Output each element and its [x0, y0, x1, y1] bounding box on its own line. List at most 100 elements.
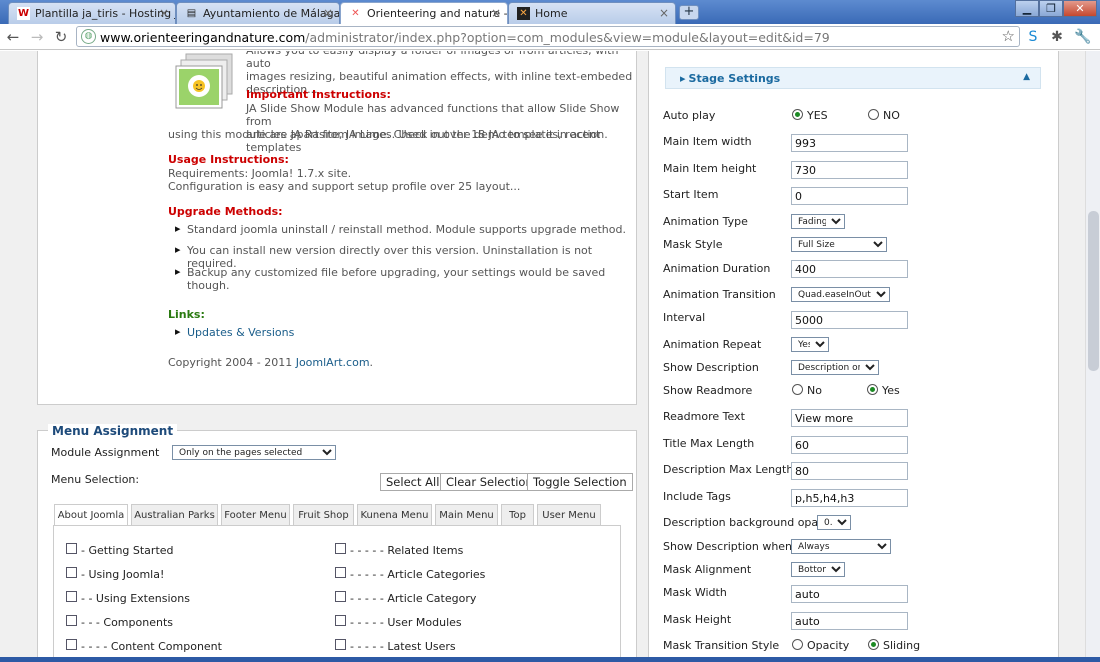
tab-kunena-menu[interactable]: Kunena Menu	[357, 504, 432, 526]
mask-alignment-select[interactable]: Bottom	[791, 562, 845, 577]
auto-play-no-radio[interactable]	[868, 109, 879, 120]
show-readmore-yes-label: Yes	[882, 384, 900, 397]
puzzle-extension-icon[interactable]: ✱	[1048, 28, 1066, 46]
animation-transition-label: Animation Transition	[663, 288, 776, 301]
tab-australian-parks[interactable]: Australian Parks	[131, 504, 218, 526]
menu-item-checkbox[interactable]	[66, 615, 77, 626]
show-readmore-no-radio[interactable]	[792, 384, 803, 395]
select-all-button[interactable]: Select All	[380, 473, 446, 491]
tab-user-menu[interactable]: User Menu	[537, 504, 601, 526]
module-assignment-select[interactable]: Only on the pages selected	[172, 445, 336, 460]
menu-item-checkbox[interactable]	[66, 543, 77, 554]
mask-width-input[interactable]	[791, 585, 908, 603]
back-arrow-icon[interactable]: ←	[4, 28, 22, 46]
wrench-menu-icon[interactable]: 🔧	[1074, 28, 1092, 46]
interval-label: Interval	[663, 311, 706, 324]
menu-item-checkbox[interactable]	[335, 615, 346, 626]
main-item-height-input[interactable]	[791, 161, 908, 179]
main-item-width-input[interactable]	[791, 134, 908, 152]
tab-fruit-shop[interactable]: Fruit Shop	[293, 504, 354, 526]
main-item-height-label: Main Item height	[663, 162, 757, 175]
mask-style-select[interactable]: Full Size	[791, 237, 887, 252]
collapse-caret-icon[interactable]: ▲	[1023, 72, 1030, 82]
menu-item-checkbox[interactable]	[66, 567, 77, 578]
menu-item-label: - - - - - Article Category	[350, 592, 477, 605]
close-tab-icon[interactable]: ×	[323, 6, 333, 20]
interval-input[interactable]	[791, 311, 908, 329]
browser-tab-4[interactable]: ✕ Home ×	[508, 2, 676, 24]
show-readmore-yes-radio[interactable]	[867, 384, 878, 395]
scrollbar-thumb[interactable]	[1088, 211, 1099, 371]
copyright-text: Copyright 2004 - 2011 JoomlArt.com.	[168, 356, 374, 369]
tab-main-menu[interactable]: Main Menu	[435, 504, 498, 526]
restore-window-icon[interactable]: ❐	[1039, 0, 1063, 17]
menu-item-label: - - - - - Latest Users	[350, 640, 456, 653]
reload-icon[interactable]: ↻	[52, 28, 70, 46]
taskbar-edge	[0, 657, 1100, 662]
animation-repeat-label: Animation Repeat	[663, 338, 762, 351]
minimize-window-icon[interactable]: ▁	[1015, 0, 1039, 17]
tab-title: Plantilla ja_tiris - Hosting Jooml	[35, 7, 175, 20]
address-bar[interactable]: ◍ www.orienteeringandnature.com/administ…	[76, 26, 1020, 47]
forward-arrow-icon[interactable]: →	[28, 28, 46, 46]
mask-height-input[interactable]	[791, 612, 908, 630]
show-description-select[interactable]: Description only	[791, 360, 879, 375]
menu-selection-label: Menu Selection:	[51, 473, 140, 486]
joomlart-link[interactable]: JoomlArt.com	[296, 356, 370, 369]
menu-item-checkbox[interactable]	[66, 639, 77, 650]
description-max-length-input[interactable]	[791, 462, 908, 480]
tab-strip: W Plantilla ja_tiris - Hosting Jooml × ▤…	[0, 0, 1100, 24]
mask-transition-sliding-radio[interactable]	[868, 639, 879, 650]
readmore-text-input[interactable]	[791, 409, 908, 427]
menu-assignment-legend: Menu Assignment	[48, 424, 178, 438]
bookmark-star-icon[interactable]: ☆	[1002, 27, 1015, 45]
module-description-panel: Allows you to easily display a folder of…	[37, 51, 637, 405]
title-max-length-label: Title Max Length	[663, 437, 755, 450]
browser-toolbar: ← → ↻ ◍ www.orienteeringandnature.com/ad…	[0, 24, 1100, 50]
skype-extension-icon[interactable]: S	[1024, 28, 1042, 46]
upgrade-methods-heading: Upgrade Methods:	[168, 205, 283, 218]
menu-item-checkbox[interactable]	[335, 591, 346, 602]
close-window-icon[interactable]: ✕	[1063, 0, 1097, 17]
upgrade-method-item: Standard joomla uninstall / reinstall me…	[175, 222, 626, 236]
updates-versions-link[interactable]: Updates & Versions	[175, 325, 294, 339]
close-tab-icon[interactable]: ×	[659, 6, 669, 20]
start-item-label: Start Item	[663, 188, 719, 201]
new-tab-button[interactable]: +	[679, 5, 699, 20]
title-max-length-input[interactable]	[791, 436, 908, 454]
auto-play-yes-radio[interactable]	[792, 109, 803, 120]
tab-footer-menu[interactable]: Footer Menu	[221, 504, 290, 526]
mask-transition-opacity-radio[interactable]	[792, 639, 803, 650]
slideshow-photos-icon	[175, 53, 233, 109]
start-item-input[interactable]	[791, 187, 908, 205]
menu-item-checkbox[interactable]	[66, 591, 77, 602]
animation-type-label: Animation Type	[663, 215, 748, 228]
menu-item-checkbox[interactable]	[335, 543, 346, 554]
main-item-width-label: Main Item width	[663, 135, 752, 148]
close-tab-icon[interactable]: ×	[491, 6, 501, 20]
browser-tab-3-active[interactable]: ✕ Orienteering and nature - Adm ×	[340, 2, 508, 24]
tab-about-joomla[interactable]: About Joomla	[54, 504, 128, 527]
show-description-when-select[interactable]: Always	[791, 539, 891, 554]
tab-top[interactable]: Top	[501, 504, 534, 526]
animation-repeat-select[interactable]: Yes	[791, 337, 829, 352]
page-viewport: Allows you to easily display a folder of…	[0, 51, 1085, 662]
browser-tab-1[interactable]: W Plantilla ja_tiris - Hosting Jooml ×	[8, 2, 176, 24]
animation-transition-select[interactable]: Quad.easeInOut	[791, 287, 890, 302]
mask-height-label: Mask Height	[663, 613, 732, 626]
tab-title: Ayuntamiento de Málaga	[203, 7, 340, 20]
toggle-selection-button[interactable]: Toggle Selection	[527, 473, 633, 491]
animation-duration-input[interactable]	[791, 260, 908, 278]
mask-transition-sliding-label: Sliding	[883, 639, 921, 652]
menu-item-checkbox[interactable]	[335, 639, 346, 650]
menu-item-checkbox[interactable]	[335, 567, 346, 578]
joomla-favicon-icon: ✕	[351, 8, 360, 19]
browser-tab-2[interactable]: ▤ Ayuntamiento de Málaga ×	[176, 2, 340, 24]
stage-settings-header[interactable]: Stage Settings ▲	[665, 67, 1041, 89]
vertical-scrollbar[interactable]	[1085, 51, 1100, 662]
clear-selection-button[interactable]: Clear Selection	[440, 473, 539, 491]
description-bg-opacity-select[interactable]: 0.5	[817, 515, 851, 530]
include-tags-input[interactable]	[791, 489, 908, 507]
animation-type-select[interactable]: Fading	[791, 214, 845, 229]
close-tab-icon[interactable]: ×	[159, 6, 169, 20]
